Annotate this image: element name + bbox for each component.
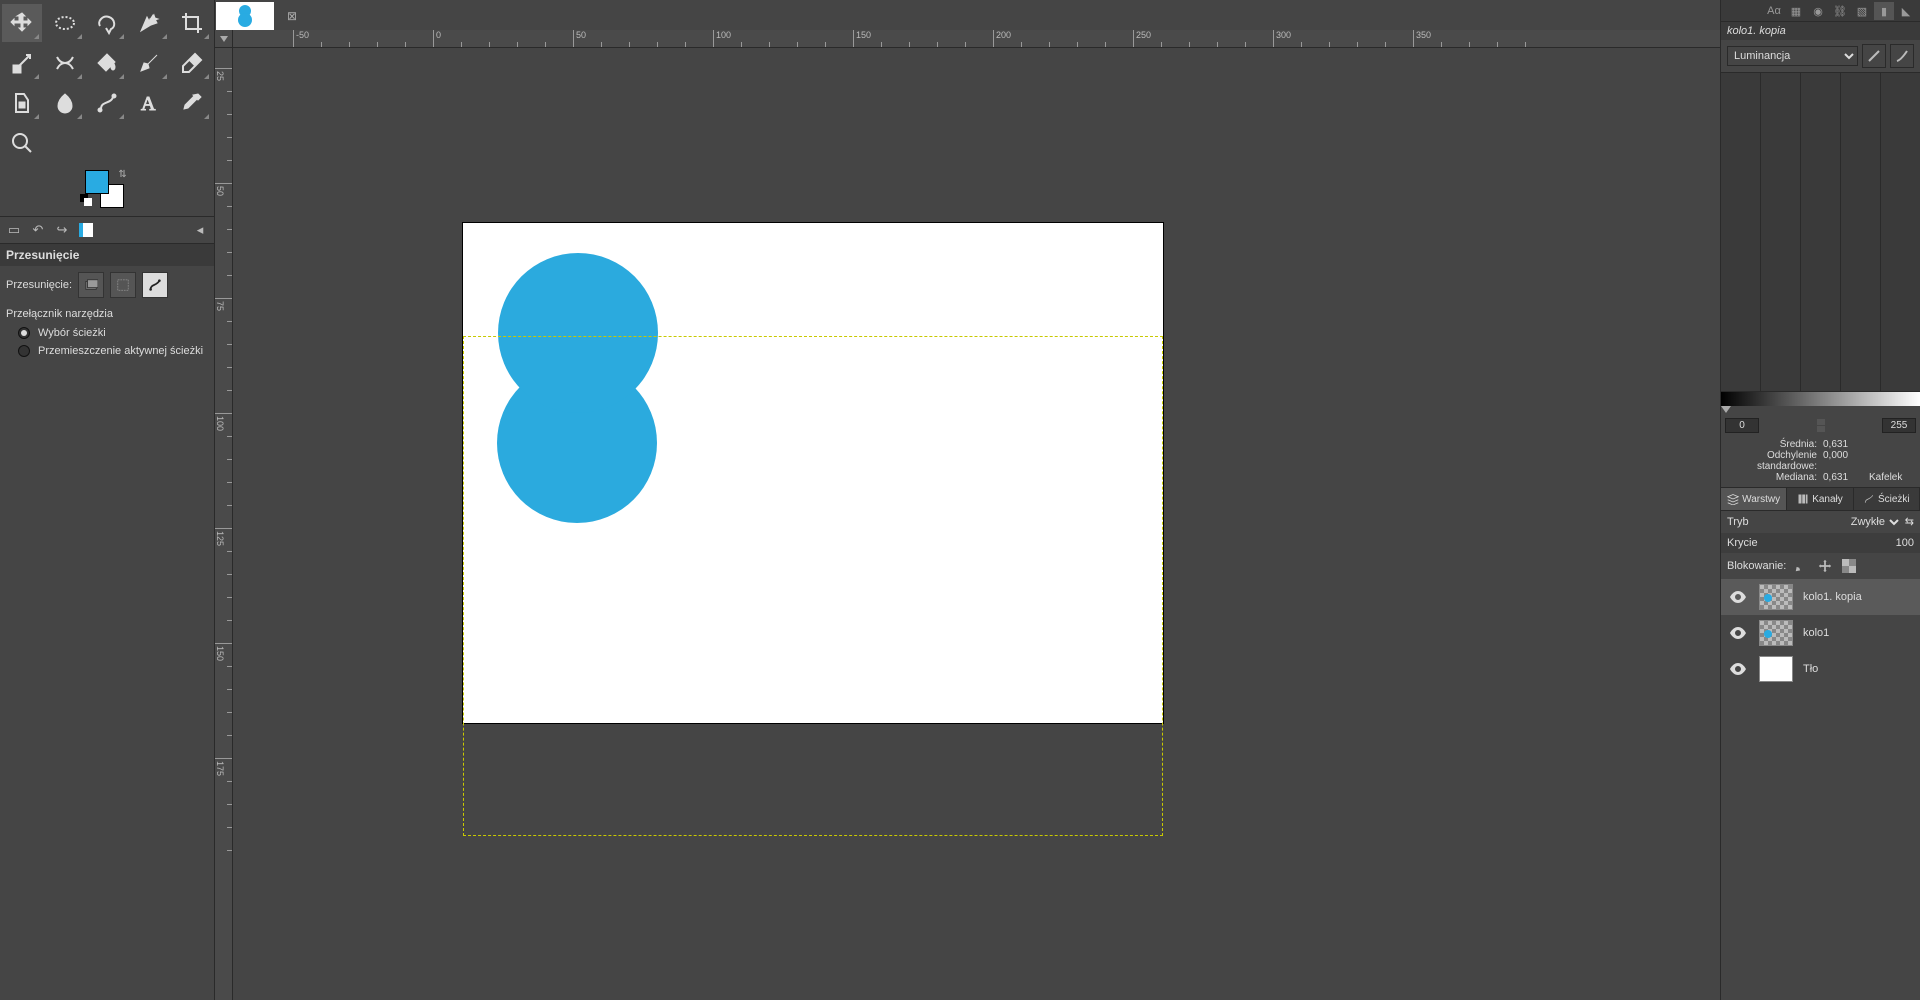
color-swatch: ⇄ (0, 166, 214, 216)
close-tab-icon[interactable]: ⊠ (278, 2, 306, 30)
default-colors-icon[interactable] (80, 194, 90, 204)
images-tab[interactable] (76, 220, 96, 240)
move-path-mode[interactable] (142, 272, 168, 298)
visibility-eye-icon[interactable] (1727, 627, 1749, 639)
fuzzy-select-tool[interactable] (129, 4, 169, 42)
histogram-stats: Średnia:0,631 Odchylenie standardowe:0,0… (1721, 435, 1920, 487)
histogram-max-input[interactable] (1882, 418, 1916, 433)
right-dock-tabs: Aα ▦ ◉ ⛓ ▧ ▮ ◣ (1721, 0, 1920, 22)
move-mode-label: Przesunięcie: (6, 279, 72, 291)
layer-row[interactable]: kolo1 (1721, 615, 1920, 651)
active-layer-name: kolo1. kopia (1721, 22, 1920, 40)
lock-alpha-icon[interactable] (1840, 557, 1858, 575)
paths-tab[interactable]: Ścieżki (1854, 488, 1920, 510)
histogram-tab-icon[interactable]: ▮ (1874, 2, 1894, 20)
layer-row[interactable]: kolo1. kopia (1721, 579, 1920, 615)
visibility-eye-icon[interactable] (1727, 591, 1749, 603)
blend-mode-label: Tryb (1727, 516, 1749, 528)
layers-tab[interactable]: Warstwy (1721, 488, 1787, 510)
document-tab-bar: ⊠ (215, 0, 1720, 30)
layer-thumbnail (1759, 620, 1793, 646)
device-status-tab[interactable]: ↶ (28, 220, 48, 240)
tool-options-title: Przesunięcie (0, 244, 214, 266)
move-layer-mode[interactable] (78, 272, 104, 298)
path-tool[interactable] (87, 84, 127, 122)
lock-label: Blokowanie: (1727, 560, 1786, 572)
palettes-tab-icon[interactable]: ▧ (1852, 2, 1872, 20)
svg-text:A: A (141, 93, 156, 115)
ruler-origin[interactable] (215, 30, 233, 48)
layer-name-label[interactable]: Tło (1803, 663, 1818, 675)
log-histogram-icon[interactable] (1890, 44, 1914, 68)
rotate-tool[interactable] (2, 44, 42, 82)
shape-circle (498, 253, 658, 413)
tool-options-tab[interactable]: ▭ (4, 220, 24, 240)
canvas[interactable] (463, 223, 1163, 723)
move-selection-mode[interactable] (110, 272, 136, 298)
opacity-label: Krycie (1727, 537, 1758, 549)
warp-tool[interactable] (44, 44, 84, 82)
move-active-path-radio[interactable]: Przemieszczenie aktywnej ścieżki (0, 342, 214, 360)
horizontal-ruler[interactable]: -50050100150200250300350 (233, 30, 1720, 48)
configure-tab-icon[interactable]: ◂ (190, 220, 210, 240)
eraser-tool[interactable] (172, 44, 212, 82)
ellipse-select-tool[interactable] (44, 4, 84, 42)
color-picker-tool[interactable] (172, 84, 212, 122)
crop-tool[interactable] (172, 4, 212, 42)
visibility-eye-icon[interactable] (1727, 663, 1749, 675)
spinner-up-icon[interactable] (1817, 419, 1825, 425)
canvas-viewport[interactable] (233, 48, 1720, 1000)
blend-mode-select[interactable]: Zwykłe (1847, 515, 1902, 529)
undo-history-tab[interactable]: ↪ (52, 220, 72, 240)
channels-tab[interactable]: Kanały (1787, 488, 1853, 510)
linear-histogram-icon[interactable] (1862, 44, 1886, 68)
smudge-tool[interactable] (44, 84, 84, 122)
document-tab[interactable] (216, 2, 274, 30)
bucket-fill-tool[interactable] (87, 44, 127, 82)
move-tool[interactable] (2, 4, 42, 42)
tool-toggle-label: Przełącznik narzędzia (0, 304, 214, 324)
patterns-tab-icon[interactable]: ▦ (1786, 2, 1806, 20)
opacity-value[interactable]: 100 (1764, 537, 1914, 549)
histogram-gradient (1721, 392, 1920, 406)
swap-colors-icon[interactable]: ⇄ (117, 169, 128, 177)
spinner-down-icon[interactable] (1817, 426, 1825, 432)
histogram-range-cursor[interactable] (1721, 406, 1920, 416)
dock-tab-row: ▭ ↶ ↪ ◂ (0, 216, 214, 244)
toolbox: A (0, 0, 214, 166)
layers-list: kolo1. kopia kolo1 Tło (1721, 579, 1920, 1000)
brushes-tab-icon[interactable]: Aα (1764, 2, 1784, 20)
lock-position-icon[interactable] (1816, 557, 1834, 575)
foreground-color[interactable] (85, 170, 109, 194)
fonts-tab-icon[interactable]: ⛓ (1830, 2, 1850, 20)
vertical-ruler[interactable]: 255075100125150175 (215, 48, 233, 1000)
zoom-tool[interactable] (2, 124, 42, 162)
histogram-min-input[interactable] (1725, 418, 1759, 433)
layer-thumbnail (1759, 584, 1793, 610)
lock-pixels-icon[interactable] (1792, 557, 1810, 575)
histogram-display (1721, 72, 1920, 392)
text-tool[interactable]: A (129, 84, 169, 122)
layer-name-label[interactable]: kolo1 (1803, 627, 1829, 639)
layer-row[interactable]: Tło (1721, 651, 1920, 687)
histogram-channel-select[interactable]: Luminancja (1727, 46, 1858, 66)
clone-tool[interactable] (2, 84, 42, 122)
gradients-tab-icon[interactable]: ◉ (1808, 2, 1828, 20)
pointer-tab-icon[interactable]: ◣ (1896, 2, 1916, 20)
paintbrush-tool[interactable] (129, 44, 169, 82)
layer-thumbnail (1759, 656, 1793, 682)
free-select-tool[interactable] (87, 4, 127, 42)
pick-path-radio[interactable]: Wybór ścieżki (0, 324, 214, 342)
layer-name-label[interactable]: kolo1. kopia (1803, 591, 1862, 603)
